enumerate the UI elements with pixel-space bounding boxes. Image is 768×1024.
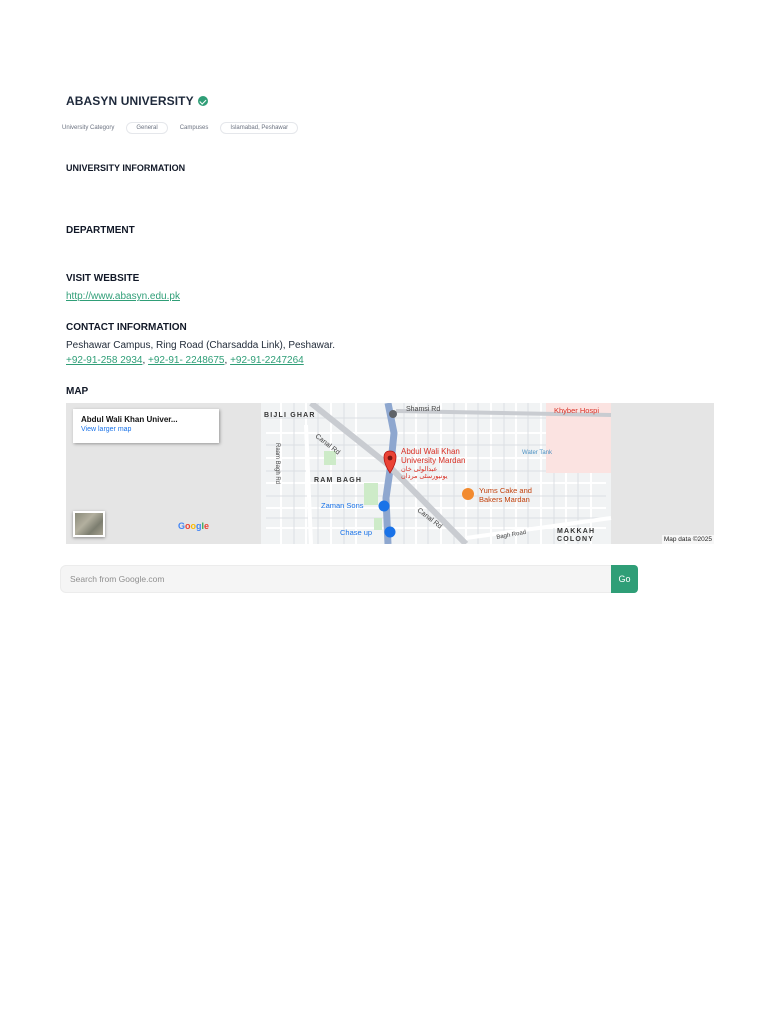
department-heading: DEPARTMENT (66, 225, 135, 236)
google-logo-letter: G (178, 521, 186, 531)
university-meta: University Category General Campuses Isl… (62, 122, 310, 134)
map-place-title: Abdul Wali Khan Univer... (81, 415, 178, 424)
map-label-ram-bagh: RAM BAGH (314, 477, 363, 484)
category-chip: General (126, 122, 168, 134)
map-label-yums-line1: Yums Cake and (479, 486, 532, 495)
category-label: University Category (62, 125, 115, 131)
campuses-chip: Islamabad, Peshawar (220, 122, 299, 134)
map-label-chase-up: Chase up (340, 528, 373, 537)
visit-website-heading: VISIT WEBSITE (66, 273, 140, 284)
google-logo: Google (178, 521, 209, 531)
map-label-zaman-sons: Zaman Sons (321, 501, 364, 510)
google-logo-letter: e (204, 521, 210, 531)
website-link[interactable]: http://www.abasyn.edu.pk (66, 291, 180, 302)
map-label-khyber-hospital: Khyber Hospi (554, 406, 600, 415)
map-heading: MAP (66, 386, 89, 397)
satellite-toggle-thumbnail[interactable] (73, 511, 105, 537)
map-label-bijli-ghar: BIJLI GHAR (264, 412, 316, 419)
phone-link[interactable]: +92-91-258 2934 (66, 355, 142, 366)
map-label-awku-urdu-line2: یونیورسٹی مردان (401, 473, 448, 480)
phone-link[interactable]: +92-91- 2248675 (148, 355, 224, 366)
university-header: ABASYN UNIVERSITY (66, 94, 208, 108)
map-label-awku-line1: Abdul Wali Khan (401, 447, 460, 456)
map-label-water-tank: Water Tank (522, 450, 553, 456)
map-label-makkah: MAKKAH (557, 528, 596, 535)
map-place-card: Abdul Wali Khan Univer... View larger ma… (73, 409, 219, 443)
map-label-raam-bagh-rd: Raam Bagh Rd (274, 443, 280, 485)
view-larger-map-link[interactable]: View larger map (81, 426, 211, 433)
map-label-shamsi-rd: Shamsi Rd (406, 406, 441, 413)
map-embed[interactable]: BIJLI GHAR Shamsi Rd Khyber Hospi Raam B… (66, 403, 714, 544)
contact-phones: +92-91-258 2934, +92-91- 2248675, +92-91… (66, 355, 304, 366)
contact-information-heading: CONTACT INFORMATION (66, 322, 187, 333)
map-label-awku-line2: University Mardan (401, 456, 466, 465)
campuses-label: Campuses (179, 125, 209, 131)
map-attribution: Map data ©2025 (661, 535, 714, 544)
verified-check-icon (197, 96, 208, 106)
phone-link[interactable]: +92-91-2247264 (230, 355, 304, 366)
go-button[interactable]: Go (611, 565, 638, 593)
contact-address: Peshawar Campus, Ring Road (Charsadda Li… (66, 340, 336, 351)
map-label-colony: COLONY (557, 536, 595, 543)
map-label-yums-line2: Bakers Mardan (479, 495, 530, 504)
university-information-heading: UNIVERSITY INFORMATION (66, 163, 186, 173)
university-title: ABASYN UNIVERSITY (66, 94, 194, 108)
google-search-input[interactable] (60, 565, 612, 593)
